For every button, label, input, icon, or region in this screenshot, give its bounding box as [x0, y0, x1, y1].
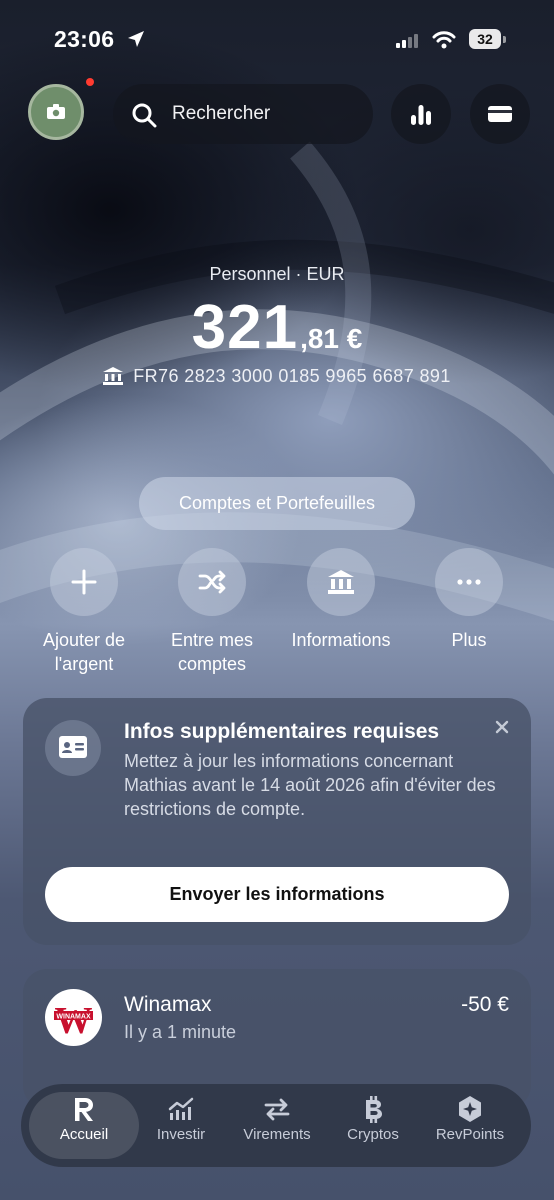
card-icon [488, 106, 512, 122]
accounts-wallets-button[interactable]: Comptes et Portefeuilles [139, 477, 415, 530]
transaction-time: Il y a 1 minute [124, 1022, 237, 1042]
status-bar: 23:06 32 [0, 26, 554, 58]
information-circle [307, 548, 375, 616]
winamax-logo-text: WINAMAX [56, 1014, 91, 1021]
transaction-merchant: Winamax [124, 993, 212, 1016]
notification-dot [86, 78, 94, 86]
cards-button[interactable] [470, 84, 530, 144]
information-button[interactable]: Informations [277, 548, 405, 652]
analytics-button[interactable] [391, 84, 451, 144]
revolut-r-icon [75, 1098, 93, 1121]
search-icon [132, 103, 157, 128]
balance-decimal: ,81 € [300, 323, 363, 354]
bar-chart-icon [411, 105, 431, 125]
account-label[interactable]: Personnel · EUR [0, 264, 554, 285]
info-required-card: Infos supplémentaires requises Mettez à … [23, 698, 531, 945]
bank-icon [328, 570, 354, 594]
between-accounts-label-1: Entre mes [170, 630, 254, 650]
add-money-circle [50, 548, 118, 616]
send-information-button[interactable]: Envoyer les informations [45, 867, 509, 922]
nav-home[interactable]: Accueil [29, 1092, 139, 1159]
chart-icon [168, 1097, 194, 1120]
nav-transfers-label: Virements [243, 1126, 311, 1143]
balance-integer: 321 [191, 293, 299, 362]
more-icon [457, 579, 481, 585]
nav-revpoints-label: RevPoints [435, 1126, 505, 1143]
balance: 321,81 € [0, 292, 554, 363]
bottom-nav: Accueil Investir Virements Cryptos RevPo… [21, 1084, 531, 1167]
search-placeholder: Rechercher [172, 103, 271, 124]
bank-icon [103, 367, 124, 385]
search-bar[interactable]: Rechercher [113, 84, 373, 144]
battery-indicator: 32 [469, 29, 501, 49]
revpoints-icon [459, 1096, 481, 1122]
iban[interactable]: FR76 2823 3000 0185 9965 6687 891 [0, 366, 554, 387]
status-time: 23:06 [54, 26, 115, 52]
more-circle [435, 548, 503, 616]
winamax-logo: W WINAMAX [45, 989, 102, 1046]
bitcoin-icon [366, 1096, 382, 1123]
location-arrow-icon [128, 31, 144, 47]
wifi-icon [432, 31, 456, 49]
iban-text: FR76 2823 3000 0185 9965 6687 891 [133, 366, 451, 386]
transfer-icon [264, 1098, 290, 1121]
winamax-logo-graphic: W WINAMAX [46, 990, 101, 1045]
avatar[interactable] [28, 84, 84, 140]
id-card-icon [59, 736, 87, 758]
plus-icon [71, 569, 97, 595]
nav-invest-label: Investir [156, 1126, 206, 1143]
add-money-label-1: Ajouter de [42, 630, 126, 650]
add-money-button[interactable]: Ajouter de l'argent [20, 548, 148, 676]
transaction-amount: -50 € [461, 993, 509, 1016]
nav-invest[interactable]: Investir [141, 1092, 221, 1159]
between-accounts-label-2: comptes [177, 654, 247, 674]
more-button[interactable]: Plus [405, 548, 533, 652]
nav-crypto-label: Cryptos [347, 1126, 399, 1143]
info-card-title: Infos supplémentaires requises [124, 720, 440, 743]
nav-revpoints[interactable]: RevPoints [421, 1092, 519, 1159]
winamax-logo-letter: W [55, 1000, 93, 1042]
information-label: Informations [291, 630, 391, 650]
camera-icon [47, 104, 65, 119]
battery-tip [503, 36, 506, 43]
nav-crypto[interactable]: Cryptos [333, 1092, 413, 1159]
nav-home-label: Accueil [59, 1126, 109, 1143]
shuffle-icon [198, 570, 226, 594]
between-accounts-circle [178, 548, 246, 616]
between-accounts-button[interactable]: Entre mes comptes [148, 548, 276, 676]
more-label: Plus [451, 630, 487, 650]
add-money-label-2: l'argent [54, 654, 114, 674]
signal-icon [396, 34, 418, 48]
id-card-circle [45, 720, 101, 776]
nav-transfers[interactable]: Virements [231, 1092, 323, 1159]
info-card-description: Mettez à jour les informations concernan… [124, 751, 496, 819]
close-icon[interactable] [495, 720, 509, 734]
